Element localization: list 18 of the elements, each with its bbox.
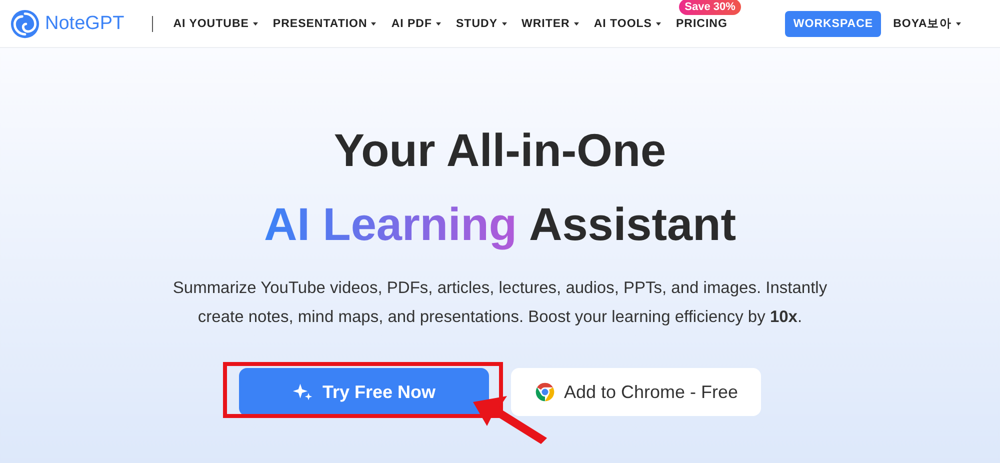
nav-link[interactable]: AI PDF <box>391 18 442 30</box>
nav-link[interactable]: PRICING <box>676 18 728 30</box>
chrome-icon <box>534 381 556 403</box>
nav-link[interactable]: AI TOOLS <box>594 18 661 30</box>
add-to-chrome-button[interactable]: Add to Chrome - Free <box>511 368 761 416</box>
try-free-button[interactable]: Try Free Now <box>239 368 489 416</box>
discount-badge: Save 30% <box>678 0 742 14</box>
hero-subtitle: Summarize YouTube videos, PDFs, articles, lectures, audios, PPTs, and images. Instantly create notes, mind maps, and presentations. Boost your learning efficiency by 10x. <box>172 278 828 328</box>
workspace-button[interactable]: WORKSPACE <box>785 10 882 36</box>
hero-title: Your All-in-One <box>334 123 666 178</box>
brand-name[interactable]: NoteGPT <box>45 12 124 34</box>
user-menu[interactable]: BOYA보아 <box>893 16 962 31</box>
nav-link[interactable]: AI YOUTUBE <box>173 18 258 30</box>
nav-link[interactable]: PRESENTATION <box>272 18 376 30</box>
nav-link[interactable]: WRITER <box>522 18 579 30</box>
nav-link[interactable]: STUDY <box>456 18 506 30</box>
hero-title: Assistant <box>528 197 736 252</box>
swirl-logo-icon <box>10 8 40 38</box>
